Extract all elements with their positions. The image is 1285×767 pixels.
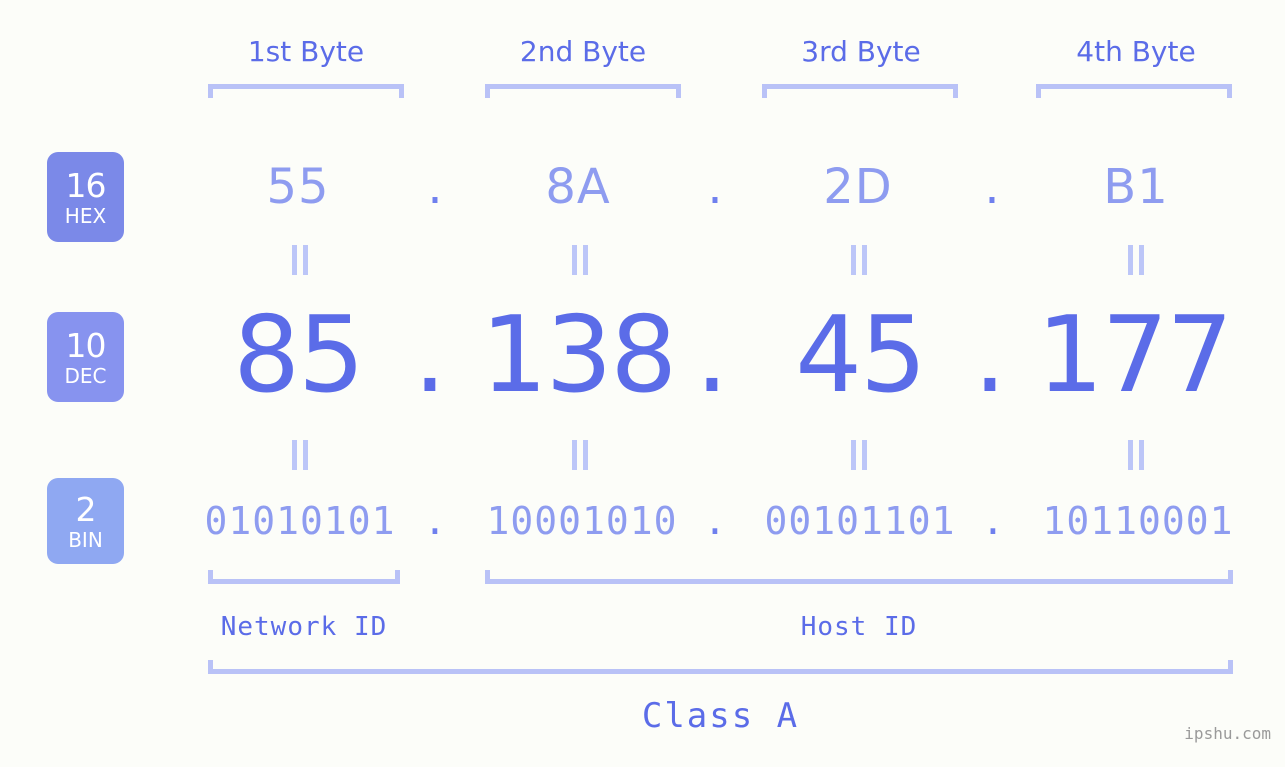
base-badge-dec-label: DEC [64, 363, 107, 388]
hex-separator-3: . [984, 159, 1000, 215]
dec-byte-3: 45 [795, 294, 927, 416]
base-badge-bin-number: 2 [75, 489, 97, 529]
base-badge-hex: 16 HEX [47, 152, 124, 242]
byte-header-2: 2nd Byte [519, 35, 647, 68]
equals-mark-hex-dec-4 [1124, 245, 1148, 275]
bin-byte-4: 10110001 [1042, 499, 1234, 543]
hex-byte-2: 8A [545, 159, 611, 215]
hex-byte-4: B1 [1103, 159, 1169, 215]
hex-byte-3: 2D [823, 159, 893, 215]
equals-mark-hex-dec-1 [288, 245, 312, 275]
bin-separator-1: . [423, 499, 447, 543]
bin-byte-1: 01010101 [204, 499, 396, 543]
hex-separator-1: . [427, 159, 443, 215]
byte-header-4: 4th Byte [1076, 35, 1196, 68]
byte-header-3: 3rd Byte [801, 35, 921, 68]
bin-byte-3: 00101101 [764, 499, 956, 543]
host-id-label: Host ID [800, 612, 918, 642]
dec-byte-1: 85 [233, 294, 365, 416]
dec-byte-2: 138 [480, 294, 677, 416]
equals-mark-hex-dec-3 [847, 245, 871, 275]
base-badge-hex-label: HEX [64, 203, 107, 228]
equals-mark-dec-bin-1 [288, 440, 312, 470]
bin-byte-2: 10001010 [486, 499, 678, 543]
network-id-label: Network ID [220, 612, 388, 642]
equals-mark-dec-bin-4 [1124, 440, 1148, 470]
byte-bracket-1 [208, 84, 404, 98]
equals-mark-dec-bin-3 [847, 440, 871, 470]
byte-bracket-2 [485, 84, 681, 98]
hex-separator-2: . [707, 159, 723, 215]
byte-bracket-4 [1036, 84, 1232, 98]
bin-separator-3: . [981, 499, 1005, 543]
hex-byte-1: 55 [266, 159, 330, 215]
class-label: Class A [641, 696, 800, 736]
network-id-bracket [208, 570, 400, 584]
dec-separator-3: . [973, 294, 1007, 416]
base-badge-bin: 2 BIN [47, 478, 124, 564]
bin-separator-2: . [703, 499, 727, 543]
base-badge-hex-number: 16 [65, 165, 107, 205]
base-badge-dec-number: 10 [65, 325, 107, 365]
dec-separator-2: . [695, 294, 729, 416]
class-bracket [208, 660, 1233, 674]
watermark: ipshu.com [1184, 724, 1271, 743]
base-badge-bin-label: BIN [68, 527, 103, 552]
ip-breakdown-diagram: 1st Byte 2nd Byte 3rd Byte 4th Byte 16 H… [0, 0, 1285, 767]
byte-header-1: 1st Byte [247, 35, 365, 68]
byte-bracket-3 [762, 84, 958, 98]
dec-byte-4: 177 [1036, 294, 1233, 416]
equals-mark-dec-bin-2 [568, 440, 592, 470]
base-badge-dec: 10 DEC [47, 312, 124, 402]
equals-mark-hex-dec-2 [568, 245, 592, 275]
dec-separator-1: . [413, 294, 447, 416]
host-id-bracket [485, 570, 1233, 584]
